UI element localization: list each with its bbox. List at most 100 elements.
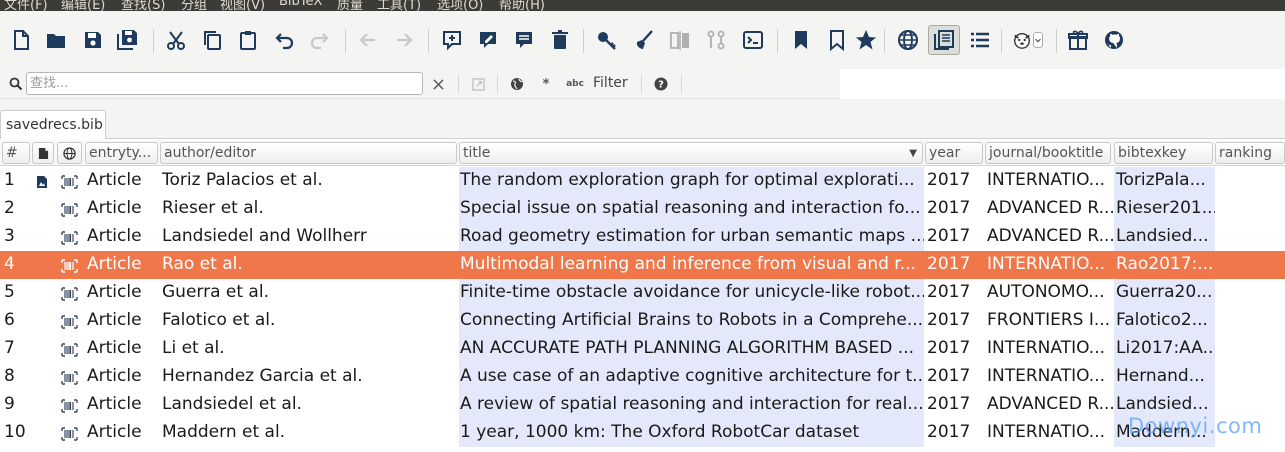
redo-icon[interactable] bbox=[307, 27, 333, 53]
forward-arrow-icon[interactable] bbox=[391, 27, 417, 53]
entry-year: 2017 bbox=[927, 198, 971, 218]
table-row[interactable]: 1 Article Toriz Palacios et al. The random … bbox=[0, 167, 1285, 195]
dog-face-icon[interactable] bbox=[1008, 27, 1048, 53]
entry-type: Article bbox=[87, 170, 142, 190]
bookmark-outline-icon[interactable] bbox=[824, 27, 850, 53]
column-header-journal[interactable]: journal/booktitle bbox=[985, 142, 1111, 164]
save-all-icon[interactable] bbox=[115, 27, 141, 53]
undo-icon[interactable] bbox=[271, 27, 297, 53]
menu-file[interactable]: 文件(F) bbox=[4, 0, 48, 11]
menu-quality[interactable]: 质量 bbox=[337, 0, 363, 11]
entry-journal: INTERNATIO... bbox=[987, 254, 1105, 274]
entry-type: Article bbox=[87, 394, 142, 414]
barcode-icon[interactable] bbox=[61, 342, 78, 357]
entry-author: Maddern et al. bbox=[162, 422, 286, 442]
column-header-ranking[interactable]: ranking bbox=[1215, 142, 1285, 164]
entry-year: 2017 bbox=[927, 310, 971, 330]
barcode-icon[interactable] bbox=[61, 314, 78, 329]
new-entry-icon[interactable] bbox=[439, 27, 465, 53]
menu-options[interactable]: 选项(O) bbox=[437, 0, 483, 11]
menu-view[interactable]: 视图(V) bbox=[220, 0, 265, 11]
table-row[interactable]: 6 Article Falotico et al. Connecting Artifi… bbox=[0, 307, 1285, 335]
menu-help[interactable]: 帮助(H) bbox=[499, 0, 545, 11]
regex-icon[interactable]: * bbox=[539, 75, 553, 93]
entry-title: Finite-time obstacle avoidance for unicy… bbox=[459, 279, 924, 307]
table-row[interactable]: 10 Article Maddern et al. 1 year, 1000 km: … bbox=[0, 419, 1285, 447]
menu-bibtex[interactable]: BibTeX bbox=[279, 0, 322, 9]
barcode-icon[interactable] bbox=[61, 426, 78, 441]
terminal-icon[interactable] bbox=[740, 27, 766, 53]
barcode-icon[interactable] bbox=[61, 286, 78, 301]
entry-author: Landsiedel and Wollherr bbox=[162, 226, 367, 246]
preview-icon[interactable] bbox=[928, 25, 960, 55]
table-row[interactable]: 4 Article Rao et al. Multimodal learning an… bbox=[0, 251, 1285, 279]
barcode-icon[interactable] bbox=[61, 398, 78, 413]
entry-title: AN ACCURATE PATH PLANNING ALGORITHM BASE… bbox=[459, 335, 924, 363]
github-icon[interactable] bbox=[1101, 27, 1127, 53]
table-row[interactable]: 9 Article Landsiedel et al. A review of spa… bbox=[0, 391, 1285, 419]
search-input[interactable] bbox=[26, 72, 423, 95]
case-sensitive-icon[interactable]: abc bbox=[566, 75, 584, 93]
entry-journal: INTERNATIO... bbox=[987, 366, 1105, 386]
barcode-icon[interactable] bbox=[61, 370, 78, 385]
open-search-window-icon[interactable] bbox=[470, 75, 486, 93]
cleanup-icon[interactable] bbox=[631, 27, 657, 53]
help-icon[interactable]: ? bbox=[653, 75, 669, 93]
entry-bibtexkey: Falotico2... bbox=[1114, 307, 1215, 335]
entry-author: Rao et al. bbox=[162, 254, 243, 274]
column-header-year[interactable]: year bbox=[925, 142, 983, 164]
edit-entry-icon[interactable] bbox=[475, 27, 501, 53]
column-header-bibtexkey[interactable]: bibtexkey bbox=[1114, 142, 1213, 164]
open-folder-icon[interactable] bbox=[43, 27, 69, 53]
entry-title: A use case of an adaptive cognitive arch… bbox=[459, 363, 924, 391]
gift-icon[interactable] bbox=[1065, 27, 1091, 53]
column-header-author[interactable]: author/editor bbox=[160, 142, 457, 164]
entry-bibtexkey: TorizPala... bbox=[1114, 167, 1215, 195]
back-arrow-icon[interactable] bbox=[355, 27, 381, 53]
barcode-icon[interactable] bbox=[61, 230, 78, 245]
paste-icon[interactable] bbox=[235, 27, 261, 53]
entry-journal: AUTONOMO... bbox=[987, 282, 1105, 302]
menu-edit[interactable]: 编辑(E) bbox=[61, 0, 105, 11]
entry-bibtexkey: Guerra20... bbox=[1114, 279, 1215, 307]
menu-tools[interactable]: 工具(T) bbox=[377, 0, 421, 11]
table-row[interactable]: 8 Article Hernandez Garcia et al. A use cas… bbox=[0, 363, 1285, 391]
menu-search[interactable]: 查找(S) bbox=[121, 0, 165, 11]
pdf-icon[interactable] bbox=[36, 174, 50, 188]
table-row[interactable]: 2 Article Rieser et al. Special issue on sp… bbox=[0, 195, 1285, 223]
delete-icon[interactable] bbox=[547, 27, 573, 53]
barcode-icon[interactable] bbox=[61, 202, 78, 217]
column-header-url[interactable] bbox=[57, 142, 82, 164]
edit-strings-icon[interactable] bbox=[511, 27, 537, 53]
star-icon[interactable] bbox=[853, 27, 879, 53]
sync-icon[interactable] bbox=[703, 27, 729, 53]
toolbar bbox=[0, 11, 1285, 69]
global-search-icon[interactable] bbox=[509, 75, 525, 93]
table-row[interactable]: 5 Article Guerra et al. Finite-time obstacl… bbox=[0, 279, 1285, 307]
entry-year: 2017 bbox=[927, 282, 971, 302]
clear-search-icon[interactable] bbox=[430, 75, 446, 93]
save-icon[interactable] bbox=[80, 27, 106, 53]
column-header-number[interactable]: # bbox=[2, 142, 30, 164]
bookmark-filled-icon[interactable] bbox=[788, 27, 814, 53]
row-number: 6 bbox=[4, 310, 15, 330]
table-row[interactable]: 7 Article Li et al. AN ACCURATE PATH PLANNI… bbox=[0, 335, 1285, 363]
merge-icon[interactable] bbox=[667, 27, 693, 53]
copy-icon[interactable] bbox=[199, 27, 225, 53]
key-icon[interactable] bbox=[594, 27, 620, 53]
filter-toggle[interactable]: Filter bbox=[593, 75, 628, 91]
table-row[interactable]: 3 Article Landsiedel and Wollherr Road geom… bbox=[0, 223, 1285, 251]
column-header-title[interactable]: title ▼ bbox=[459, 142, 923, 164]
column-header-file[interactable] bbox=[32, 142, 54, 164]
menu-groups[interactable]: 分组 bbox=[181, 0, 207, 11]
cut-icon[interactable] bbox=[163, 27, 189, 53]
globe-icon[interactable] bbox=[895, 27, 921, 53]
barcode-icon[interactable] bbox=[61, 174, 78, 189]
new-file-icon[interactable] bbox=[8, 27, 34, 53]
tab-library[interactable]: savedrecs.bib bbox=[0, 110, 106, 139]
barcode-icon[interactable] bbox=[61, 258, 78, 273]
entry-year: 2017 bbox=[927, 170, 971, 190]
column-header-entrytype[interactable]: entryty... bbox=[85, 142, 158, 164]
list-icon[interactable] bbox=[967, 27, 993, 53]
entry-journal: INTERNATIO... bbox=[987, 338, 1105, 358]
